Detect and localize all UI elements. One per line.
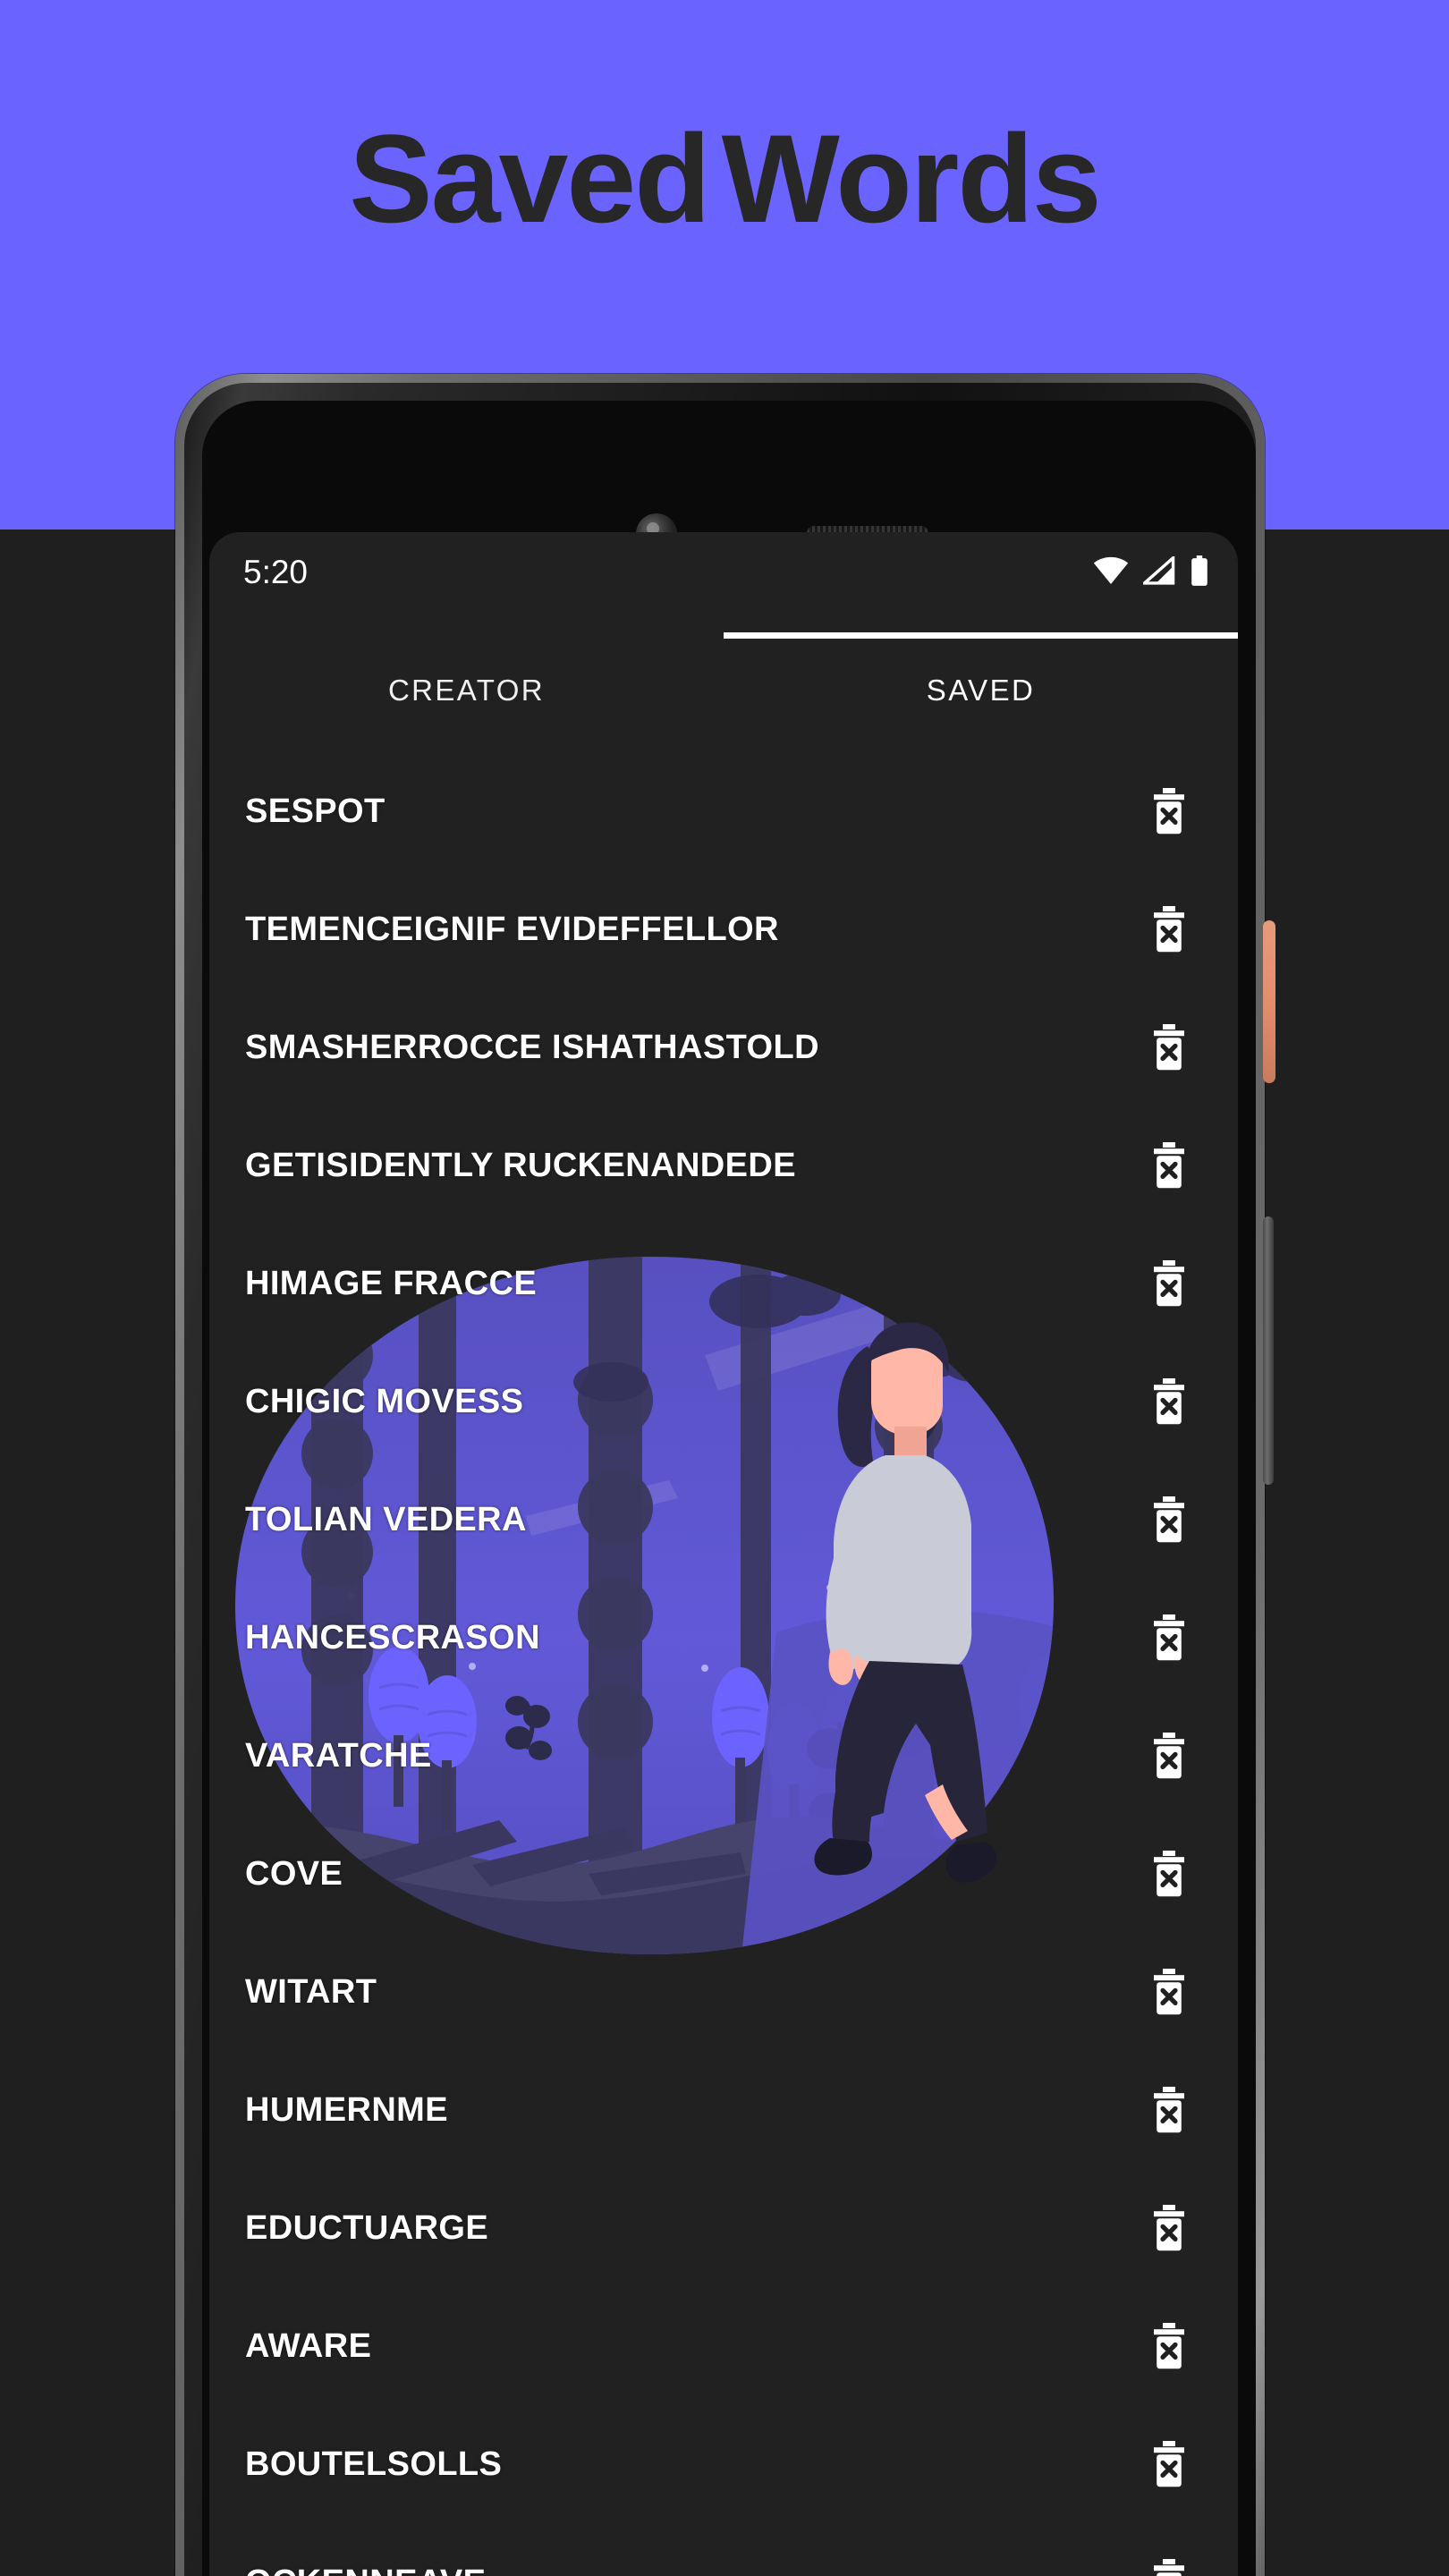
list-item[interactable]: SMASHERROCCE ISHATHASTOLD [209,988,1238,1106]
trash-delete-icon[interactable] [1148,2323,1190,2369]
list-item-label: CHIGIC MOVESS [245,1382,524,1420]
list-item[interactable]: EDUCTUARGE [209,2169,1238,2287]
list-item-label: COVE [245,1854,343,1893]
trash-delete-icon[interactable] [1148,2205,1190,2251]
trash-delete-icon[interactable] [1148,2559,1190,2576]
list-item-label: HANCESCRASON [245,1618,540,1657]
list-item[interactable]: TOLIAN VEDERA [209,1461,1238,1579]
list-item-label: GETISIDENTLY RUCKENANDEDE [245,1146,796,1184]
trash-delete-icon[interactable] [1148,2441,1190,2487]
battery-icon [1190,555,1209,586]
wifi-icon [1093,556,1129,585]
phone-screen: 5:20 CREATOR SAVED SESPOT TEMENCEIGNIF E… [209,532,1238,2576]
trash-delete-icon[interactable] [1148,788,1190,835]
power-button[interactable] [1263,920,1275,1083]
list-item[interactable]: COVE [209,1815,1238,1933]
screenshot-root: Saved Words 5:20 CREATOR SAVED SESPOT TE… [0,0,1449,2576]
volume-rocker-button[interactable] [1263,1216,1274,1485]
page-title-word-1: Saved [349,108,710,249]
list-item[interactable]: VARATCHE [209,1697,1238,1815]
page-title-word-2: Words [721,108,1102,249]
page-title: Saved Words [0,116,1449,242]
tab-saved[interactable]: SAVED [724,638,1238,743]
status-bar-icons [1093,555,1209,586]
list-item[interactable]: OCKENNEAVE [209,2523,1238,2576]
list-item-label: BOUTELSOLLS [245,2445,503,2483]
list-item-label: VARATCHE [245,1736,432,1775]
list-item[interactable]: GETISIDENTLY RUCKENANDEDE [209,1106,1238,1224]
tab-creator[interactable]: CREATOR [209,638,724,743]
list-item[interactable]: CHIGIC MOVESS [209,1343,1238,1461]
list-item[interactable]: HIMAGE FRACCE [209,1224,1238,1343]
tab-bar: CREATOR SAVED [209,638,1238,743]
list-item-label: HIMAGE FRACCE [245,1264,538,1302]
cellular-signal-icon [1143,556,1175,585]
list-item[interactable]: TEMENCEIGNIF EVIDEFFELLOR [209,870,1238,988]
trash-delete-icon[interactable] [1148,1260,1190,1307]
tab-saved-label: SAVED [926,674,1036,707]
list-item-label: AWARE [245,2326,372,2365]
list-item[interactable]: HANCESCRASON [209,1579,1238,1697]
list-item[interactable]: WITART [209,1933,1238,2051]
list-item-label: TEMENCEIGNIF EVIDEFFELLOR [245,910,779,948]
trash-delete-icon[interactable] [1148,1733,1190,1779]
trash-delete-icon[interactable] [1148,1851,1190,1897]
list-item-label: EDUCTUARGE [245,2208,489,2247]
trash-delete-icon[interactable] [1148,1614,1190,1661]
list-item-label: SESPOT [245,792,386,830]
status-bar-clock: 5:20 [243,554,309,590]
list-item-label: WITART [245,1972,377,2011]
trash-delete-icon[interactable] [1148,906,1190,953]
list-item-label: OCKENNEAVE [245,2563,486,2576]
saved-words-list[interactable]: SESPOT TEMENCEIGNIF EVIDEFFELLOR SMASHER… [209,752,1238,2576]
list-item[interactable]: HUMERNME [209,2051,1238,2169]
trash-delete-icon[interactable] [1148,1969,1190,2015]
tab-active-indicator [724,632,1238,639]
list-item[interactable]: SESPOT [209,752,1238,870]
list-item[interactable]: BOUTELSOLLS [209,2405,1238,2523]
trash-delete-icon[interactable] [1148,1378,1190,1425]
status-bar: 5:20 [209,532,1238,613]
trash-delete-icon[interactable] [1148,1024,1190,1071]
list-item[interactable]: AWARE [209,2287,1238,2405]
list-item-label: HUMERNME [245,2090,448,2129]
tab-creator-label: CREATOR [387,674,546,707]
list-item-label: SMASHERROCCE ISHATHASTOLD [245,1028,819,1066]
trash-delete-icon[interactable] [1148,2087,1190,2133]
list-item-label: TOLIAN VEDERA [245,1500,527,1538]
trash-delete-icon[interactable] [1148,1496,1190,1543]
trash-delete-icon[interactable] [1148,1142,1190,1189]
